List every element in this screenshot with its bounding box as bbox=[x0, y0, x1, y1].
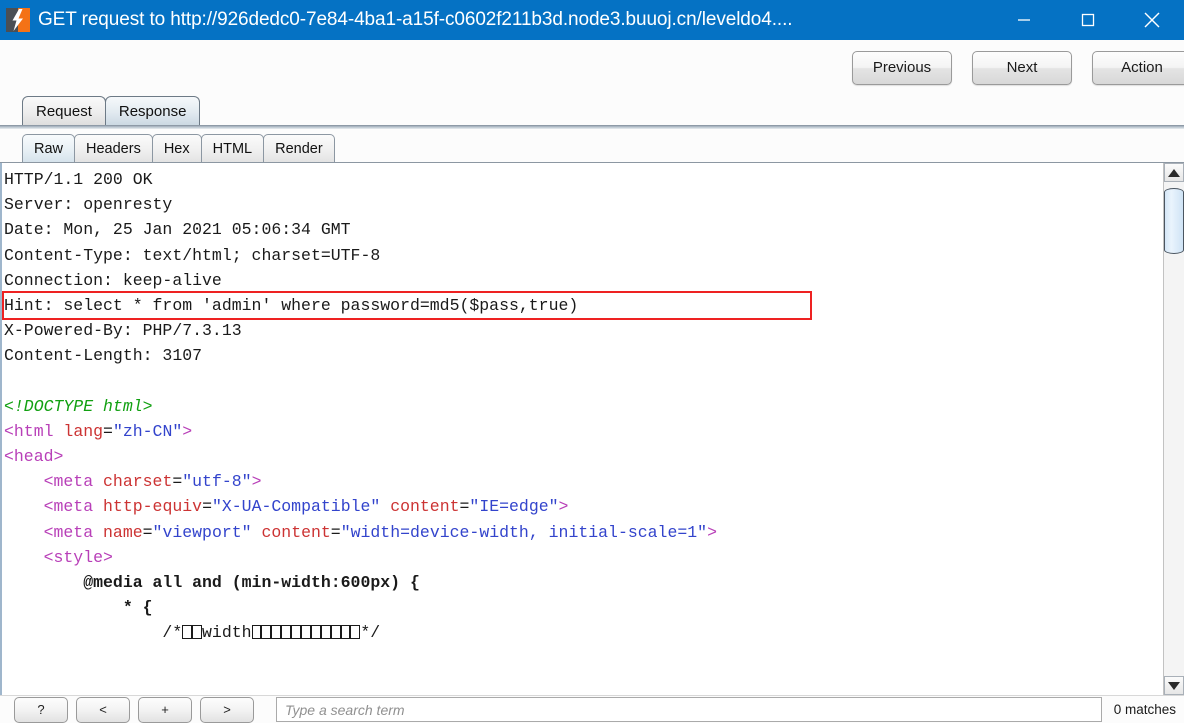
tab-headers[interactable]: Headers bbox=[74, 134, 153, 162]
next-button[interactable]: Next bbox=[972, 50, 1072, 85]
missing-glyph-box bbox=[350, 625, 361, 640]
missing-glyph-box bbox=[192, 625, 203, 640]
response-line: <meta name="viewport" content="width=dev… bbox=[4, 522, 717, 542]
previous-button[interactable]: Previous bbox=[852, 50, 952, 85]
missing-glyph-box bbox=[340, 625, 351, 640]
help-button[interactable]: ? bbox=[14, 696, 68, 723]
burp-repeater-window: GET request to http://926dedc0-7e84-4ba1… bbox=[0, 0, 1184, 723]
response-pane: HTTP/1.1 200 OK Server: openresty Date: Mo… bbox=[0, 162, 1184, 695]
response-line: HTTP/1.1 200 OK bbox=[4, 170, 153, 189]
add-button[interactable]: + bbox=[138, 696, 192, 723]
tab-separator bbox=[0, 125, 1184, 129]
response-line: Content-Type: text/html; charset=UTF-8 bbox=[4, 245, 381, 265]
response-line: Server: openresty bbox=[4, 195, 173, 215]
next-match-button[interactable]: > bbox=[200, 696, 254, 723]
tab-render[interactable]: Render bbox=[263, 134, 335, 162]
missing-glyph-box bbox=[251, 625, 262, 640]
repeater-toolbar: Previous Next Action bbox=[0, 40, 1184, 95]
burp-lightning-icon bbox=[6, 8, 30, 32]
previous-match-button[interactable]: < bbox=[76, 696, 130, 723]
response-line: <html lang="zh-CN"> bbox=[4, 421, 193, 441]
tab-response[interactable]: Response bbox=[104, 96, 201, 125]
maximize-button[interactable] bbox=[1056, 0, 1120, 40]
search-placeholder: Type a search term bbox=[285, 701, 405, 718]
response-line: /* width */ bbox=[4, 623, 381, 643]
window-title-bar: GET request to http://926dedc0-7e84-4ba1… bbox=[0, 0, 1184, 40]
response-line: Content-Length: 3107 bbox=[4, 346, 203, 366]
tab-html[interactable]: HTML bbox=[200, 134, 265, 162]
search-input[interactable]: Type a search term bbox=[276, 697, 1102, 722]
missing-glyph-box bbox=[182, 625, 193, 640]
match-count-label: 0 matches bbox=[1113, 702, 1176, 717]
missing-glyph-box bbox=[291, 625, 301, 640]
missing-glyph-box bbox=[261, 625, 272, 640]
missing-glyph-box bbox=[310, 625, 321, 640]
response-line: <style> bbox=[4, 547, 113, 567]
missing-glyph-box bbox=[271, 625, 282, 640]
response-line: X-Powered-By: PHP/7.3.13 bbox=[4, 321, 242, 341]
response-line: Date: Mon, 25 Jan 2021 05:06:34 GMT bbox=[4, 220, 351, 240]
response-raw-text: HTTP/1.1 200 OK Server: openresty Date: Mo… bbox=[2, 167, 1163, 646]
tab-raw[interactable]: Raw bbox=[22, 134, 76, 162]
response-line bbox=[4, 369, 1163, 394]
scrollbar-thumb[interactable] bbox=[1164, 188, 1184, 254]
view-tab-bar: Raw Headers Hex HTML Render bbox=[0, 132, 1184, 162]
vertical-scrollbar[interactable] bbox=[1163, 163, 1184, 695]
tab-request[interactable]: Request bbox=[22, 96, 106, 125]
highlighted-response-line: Hint: select * from 'admin' where passwo… bbox=[2, 290, 812, 321]
response-line: <meta http-equiv="X-UA-Compatible" conte… bbox=[4, 497, 569, 517]
missing-glyph-box bbox=[300, 625, 311, 640]
missing-glyph-box bbox=[320, 625, 331, 640]
response-line: @media all and (min-width:600px) { bbox=[4, 573, 420, 592]
missing-glyph-box bbox=[330, 625, 341, 640]
message-tab-bar: Request Response bbox=[0, 95, 1184, 125]
response-line: <head> bbox=[4, 447, 64, 467]
search-footer: ? < + > Type a search term 0 matches bbox=[0, 695, 1184, 723]
response-line: * { bbox=[4, 598, 153, 618]
scrollbar-track[interactable] bbox=[1164, 182, 1184, 676]
response-line: Connection: keep-alive bbox=[4, 270, 222, 290]
missing-glyph-box bbox=[281, 625, 292, 640]
minimize-button[interactable] bbox=[992, 0, 1056, 40]
scroll-up-arrow-icon[interactable] bbox=[1164, 163, 1184, 182]
action-button[interactable]: Action bbox=[1092, 50, 1184, 85]
response-line: <meta charset="utf-8"> bbox=[4, 472, 262, 492]
response-line: <!DOCTYPE html> bbox=[4, 396, 153, 416]
tab-hex[interactable]: Hex bbox=[151, 134, 202, 162]
response-body-text[interactable]: HTTP/1.1 200 OK Server: openresty Date: Mo… bbox=[0, 163, 1163, 695]
window-title: GET request to http://926dedc0-7e84-4ba1… bbox=[38, 9, 793, 30]
window-controls bbox=[992, 0, 1184, 40]
scroll-down-arrow-icon[interactable] bbox=[1164, 676, 1184, 695]
close-button[interactable] bbox=[1120, 0, 1184, 40]
